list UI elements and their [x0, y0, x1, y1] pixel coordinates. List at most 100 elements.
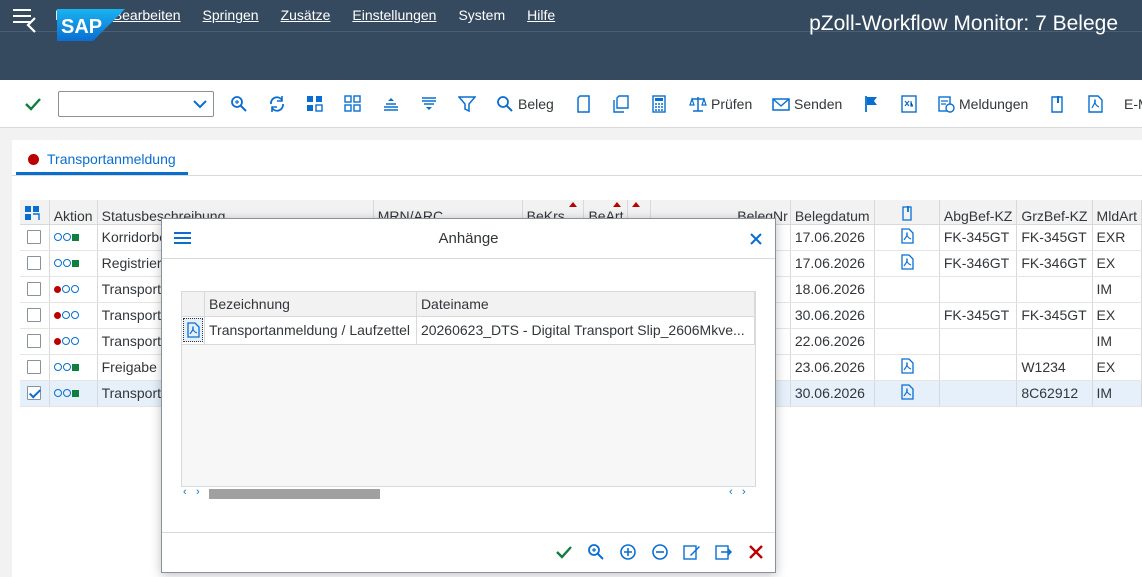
sort-descending-button[interactable] — [420, 93, 438, 115]
row-checkbox[interactable] — [27, 282, 41, 296]
back-icon[interactable] — [20, 13, 44, 37]
status-off-icon — [62, 389, 71, 397]
meldungen-button[interactable]: Meldungen — [937, 93, 1028, 115]
action-lights[interactable] — [49, 380, 98, 407]
pdf-button[interactable] — [1086, 93, 1104, 115]
xml-document-button[interactable] — [900, 93, 918, 115]
row-checkbox-cell[interactable] — [20, 328, 50, 355]
attachments-select-header[interactable] — [182, 292, 205, 317]
action-lights[interactable] — [49, 250, 98, 277]
menu-hilfe[interactable]: Hilfe — [516, 0, 566, 31]
refresh-button[interactable] — [268, 93, 286, 115]
column-select-icon[interactable] — [20, 200, 50, 225]
column-header-aktion[interactable]: Aktion — [49, 200, 98, 225]
row-checkbox-cell[interactable] — [20, 250, 50, 277]
menu-springen[interactable]: Springen — [192, 0, 270, 31]
flag-button[interactable] — [863, 93, 881, 115]
menu-zusaetze[interactable]: Zusätze — [270, 0, 342, 31]
scrollbar-thumb[interactable] — [209, 489, 380, 499]
close-icon[interactable] — [748, 231, 764, 250]
list-item[interactable]: Transportanmeldung / Laufzettel 20260623_… — [182, 316, 756, 345]
select-all-button[interactable] — [306, 93, 324, 115]
find-button[interactable] — [230, 93, 248, 115]
action-lights[interactable] — [49, 328, 98, 355]
senden-button[interactable]: Senden — [772, 93, 842, 115]
cancel-button[interactable] — [746, 542, 766, 562]
pdf-icon[interactable] — [899, 253, 915, 270]
scroll-right-icon[interactable]: › — [742, 486, 746, 498]
action-lights[interactable] — [49, 302, 98, 329]
sort-ascending-button[interactable] — [382, 93, 400, 115]
pdf-icon[interactable] — [185, 322, 201, 338]
row-checkbox[interactable] — [27, 334, 41, 348]
status-off-icon — [70, 285, 79, 293]
pdf-icon[interactable] — [899, 357, 915, 374]
row-checkbox-cell[interactable] — [20, 302, 50, 329]
attachment-cell[interactable] — [874, 354, 940, 381]
filter-button[interactable] — [458, 93, 476, 115]
row-checkbox-cell[interactable] — [20, 276, 50, 303]
attachment-cell[interactable] — [874, 276, 940, 303]
pdf-icon[interactable] — [899, 227, 915, 244]
chevron-down-icon[interactable] — [191, 95, 209, 113]
row-checkbox-cell[interactable] — [20, 354, 50, 381]
attachment-cell[interactable] — [874, 380, 940, 407]
column-header-belegdatum[interactable]: Belegdatum — [790, 200, 875, 225]
attach-document-button[interactable] — [1048, 93, 1066, 115]
export-attachment-button[interactable] — [714, 542, 734, 562]
display-attachment-button[interactable] — [586, 542, 606, 562]
attachment-cell[interactable] — [874, 224, 940, 251]
status-off-icon — [62, 363, 71, 371]
pdf-icon[interactable] — [899, 383, 915, 400]
attachment-type-cell[interactable] — [182, 316, 205, 345]
status-off-icon — [53, 363, 62, 371]
scroll-left-icon[interactable]: ‹ — [729, 486, 733, 498]
row-checkbox[interactable] — [27, 386, 41, 400]
action-lights[interactable] — [49, 354, 98, 381]
scroll-right-icon[interactable]: › — [196, 486, 200, 498]
messages-icon — [938, 96, 955, 113]
remove-attachment-button[interactable] — [650, 542, 670, 562]
status-red-icon — [53, 337, 61, 345]
row-checkbox-cell[interactable] — [20, 224, 50, 251]
add-attachment-button[interactable] — [618, 542, 638, 562]
deselect-all-button[interactable] — [344, 93, 362, 115]
edit-attachment-button[interactable] — [682, 542, 702, 562]
attachment-icon — [1051, 96, 1063, 113]
dialog-menu-icon[interactable] — [174, 231, 191, 248]
action-lights[interactable] — [49, 224, 98, 251]
belegdatum-cell: 18.06.2026 — [790, 276, 875, 303]
enter-button[interactable] — [24, 93, 42, 115]
column-header-attachment[interactable] — [874, 200, 940, 225]
copy-button[interactable] — [612, 93, 630, 115]
menu-einstellungen[interactable]: Einstellungen — [341, 0, 447, 31]
pruefen-button[interactable]: Prüfen — [689, 93, 752, 115]
row-checkbox-cell[interactable] — [20, 380, 50, 407]
column-header-abgbef-kz[interactable]: AbgBef-KZ — [939, 200, 1018, 225]
menu-system[interactable]: System — [447, 0, 516, 31]
scroll-left-icon[interactable]: ‹ — [183, 486, 187, 498]
calculator-button[interactable] — [650, 93, 668, 115]
email-button[interactable]: E-M — [1124, 93, 1142, 115]
command-field[interactable] — [58, 91, 214, 117]
attachment-cell[interactable] — [874, 302, 940, 329]
attachment-cell[interactable] — [874, 328, 940, 355]
row-checkbox[interactable] — [27, 308, 41, 322]
row-checkbox[interactable] — [27, 256, 41, 270]
column-header-grzbef-kz[interactable]: GrzBef-KZ — [1016, 200, 1093, 225]
status-green-icon — [71, 233, 79, 241]
column-header-dateiname[interactable]: Dateiname — [416, 292, 756, 317]
row-checkbox[interactable] — [27, 230, 41, 244]
row-checkbox[interactable] — [27, 360, 41, 374]
action-lights[interactable] — [49, 276, 98, 303]
beleg-search-button[interactable]: Beleg — [496, 93, 554, 115]
column-header-bezeichnung[interactable]: Bezeichnung — [204, 292, 417, 317]
copy-icon — [613, 95, 629, 113]
tab-transportanmeldung[interactable]: Transportanmeldung — [16, 146, 188, 175]
document-button[interactable] — [575, 93, 593, 115]
column-header-mldart[interactable]: MldArt — [1092, 200, 1142, 225]
attachment-cell[interactable] — [874, 250, 940, 277]
pdf-icon[interactable] — [183, 318, 203, 342]
bezeichnung-cell: Transportanmeldung / Laufzettel — [204, 316, 417, 345]
confirm-button[interactable] — [554, 542, 574, 562]
